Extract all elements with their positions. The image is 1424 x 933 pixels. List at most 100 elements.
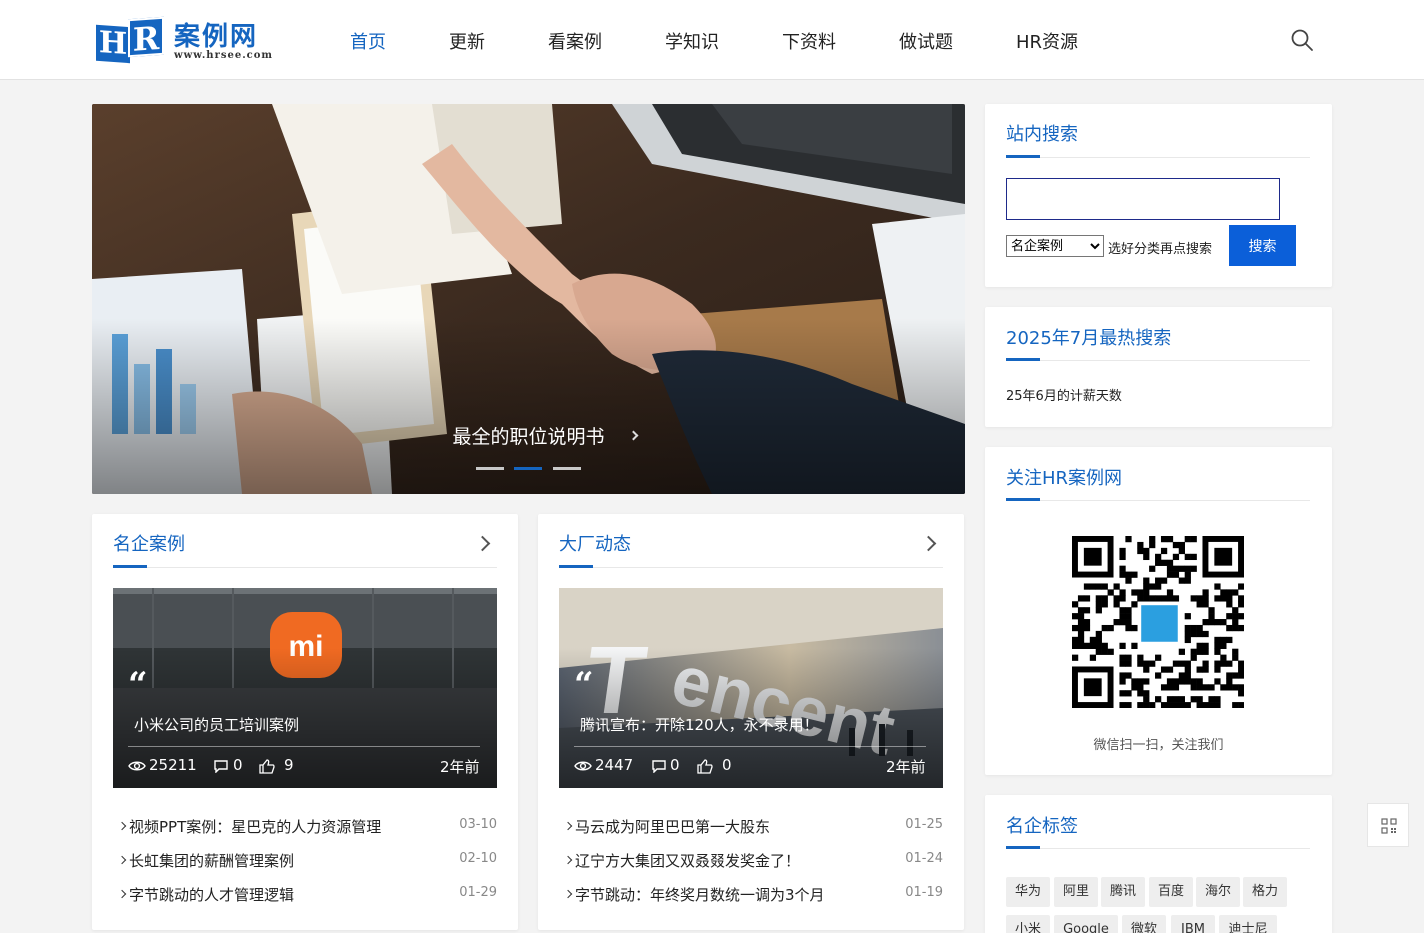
featured-title[interactable]: 小米公司的员工培训案例 <box>134 714 299 735</box>
list-item-date: 03-10 <box>459 817 497 832</box>
nav-item-cases[interactable]: 看案例 <box>548 28 602 54</box>
chevron-right-icon[interactable] <box>474 535 491 552</box>
search-input[interactable] <box>1006 178 1280 220</box>
tag-item[interactable]: 阿里 <box>1054 877 1098 907</box>
divider <box>1006 848 1310 849</box>
divider <box>559 567 943 568</box>
divider <box>113 567 497 568</box>
site-header: H R 案例网 www.hrsee.com 首页 更新 看案例 学知识 下资料 … <box>0 0 1424 80</box>
hot-search-item[interactable]: 25年6月的计薪天数 <box>1006 385 1122 404</box>
chevron-right-icon <box>563 821 573 831</box>
post-time: 2年前 <box>440 758 480 776</box>
list-item-date: 02-10 <box>459 851 497 866</box>
featured-article[interactable]: T encent “ 腾讯宣布：开除120人，永不录用！ 2447 0 0 2年… <box>559 588 943 788</box>
nav-item-downloads[interactable]: 下资料 <box>782 28 836 54</box>
featured-article[interactable]: mi “ 小米公司的员工培训案例 25211 0 9 2年前 <box>113 588 497 788</box>
follow-card: 关注HR案例网 微信扫一扫，关注我们 <box>985 447 1332 775</box>
list-item[interactable]: 字节跳动的人才管理逻辑 01-29 <box>113 884 497 904</box>
list-item[interactable]: 长虹集团的薪酬管理案例 02-10 <box>113 850 497 870</box>
quote-icon: “ <box>128 665 148 705</box>
tag-item[interactable]: 腾讯 <box>1101 877 1145 907</box>
divider <box>1006 360 1310 361</box>
list-item-date: 01-19 <box>905 885 943 900</box>
logo-mark: H R <box>94 16 168 64</box>
section-card-tech-news: 大厂动态 T encent “ 腾讯宣布：开除120人，永不录用！ <box>538 514 964 930</box>
comment-icon <box>652 760 666 773</box>
list-item-date: 01-24 <box>905 851 943 866</box>
thumbs-up-icon <box>697 759 713 774</box>
search-button[interactable]: 搜索 <box>1229 225 1296 266</box>
chevron-right-icon <box>563 889 573 899</box>
list-item-title[interactable]: 长虹集团的薪酬管理案例 <box>129 850 294 871</box>
logo-letter-h: H <box>96 24 130 64</box>
site-logo[interactable]: H R 案例网 www.hrsee.com <box>94 14 274 64</box>
hot-card-title: 2025年7月最热搜索 <box>1006 328 1172 349</box>
featured-title[interactable]: 腾讯宣布：开除120人，永不录用！ <box>580 714 819 735</box>
search-hint: 选好分类再点搜索 <box>1108 242 1213 257</box>
tag-item[interactable]: 华为 <box>1006 877 1050 907</box>
nav-item-quiz[interactable]: 做试题 <box>899 28 953 54</box>
chevron-right-icon <box>117 889 127 899</box>
qr-code-icon <box>1072 536 1244 708</box>
title-accent <box>113 565 147 568</box>
list-item[interactable]: 辽宁方大集团又双叒叕发奖金了！ 01-24 <box>559 850 943 870</box>
nav-item-home[interactable]: 首页 <box>350 28 386 54</box>
hero-caption[interactable]: 最全的职位说明书 <box>92 422 965 449</box>
tag-item[interactable]: IBM <box>1171 915 1215 933</box>
list-item-date: 01-29 <box>459 885 497 900</box>
list-item-title[interactable]: 字节跳动：年终奖月数统一调为3个月 <box>575 884 825 905</box>
site-search-card: 站内搜索 名企案例 选好分类再点搜索 搜索 <box>985 104 1332 287</box>
tag-item[interactable]: 微软 <box>1122 915 1166 933</box>
title-accent <box>1006 358 1040 361</box>
nav-item-hr-resources[interactable]: HR资源 <box>1016 28 1078 54</box>
list-item-date: 01-25 <box>905 817 943 832</box>
title-accent <box>559 565 593 568</box>
thumbs-up-icon <box>259 759 275 774</box>
section-title[interactable]: 名企案例 <box>113 530 185 556</box>
eye-icon <box>128 761 146 771</box>
title-accent <box>1006 155 1040 158</box>
list-item-title[interactable]: 辽宁方大集团又双叒叕发奖金了！ <box>575 850 800 871</box>
qr-code-icon <box>1381 818 1397 834</box>
tag-item[interactable]: 百度 <box>1149 877 1193 907</box>
divider <box>1006 500 1310 501</box>
tag-item[interactable]: Google <box>1054 915 1118 933</box>
follow-card-title: 关注HR案例网 <box>1006 468 1123 489</box>
qr-caption: 微信扫一扫，关注我们 <box>1093 738 1224 753</box>
list-item-title[interactable]: 马云成为阿里巴巴第一大股东 <box>575 816 770 837</box>
company-tags-card: 名企标签 华为 阿里 腾讯 百度 海尔 格力 小米 Google 微软 IBM … <box>985 795 1332 933</box>
tag-item[interactable]: 小米 <box>1006 915 1050 933</box>
comment-count: 0 <box>670 756 680 774</box>
hero-dot-2[interactable] <box>514 467 542 470</box>
like-count: 9 <box>284 756 294 774</box>
list-item[interactable]: 视频PPT案例：星巴克的人力资源管理 03-10 <box>113 816 497 836</box>
nav-item-updates[interactable]: 更新 <box>449 28 485 54</box>
hero-dot-3[interactable] <box>553 467 581 470</box>
tag-item[interactable]: 海尔 <box>1196 877 1240 907</box>
title-accent <box>1006 498 1040 501</box>
chevron-right-icon <box>563 855 573 865</box>
category-select[interactable]: 名企案例 <box>1006 235 1104 257</box>
list-item-title[interactable]: 字节跳动的人才管理逻辑 <box>129 884 294 905</box>
tag-item[interactable]: 格力 <box>1243 877 1287 907</box>
comment-count: 0 <box>233 756 243 774</box>
hot-search-card: 2025年7月最热搜索 25年6月的计薪天数 <box>985 307 1332 427</box>
tag-item[interactable]: 迪士尼 <box>1219 915 1277 933</box>
chevron-right-icon <box>117 855 127 865</box>
divider <box>1006 157 1310 158</box>
logo-letter-r: R <box>128 16 164 59</box>
list-item[interactable]: 马云成为阿里巴巴第一大股东 01-25 <box>559 816 943 836</box>
floating-qr-button[interactable] <box>1367 803 1409 847</box>
logo-name: 案例网 <box>174 22 259 52</box>
section-title[interactable]: 大厂动态 <box>559 530 631 556</box>
chevron-right-icon[interactable] <box>920 535 937 552</box>
list-item[interactable]: 字节跳动：年终奖月数统一调为3个月 01-19 <box>559 884 943 904</box>
quote-icon: “ <box>574 665 594 705</box>
section-card-famous-cases: 名企案例 mi “ 小米公司的员工培训案例 25211 0 9 2年前 视频PP… <box>92 514 518 930</box>
tags-card-title: 名企标签 <box>1006 816 1078 837</box>
list-item-title[interactable]: 视频PPT案例：星巴克的人力资源管理 <box>129 816 381 837</box>
search-icon[interactable] <box>1290 28 1314 52</box>
nav-item-knowledge[interactable]: 学知识 <box>665 28 719 54</box>
chevron-right-icon <box>117 821 127 831</box>
hero-dot-1[interactable] <box>476 467 504 470</box>
